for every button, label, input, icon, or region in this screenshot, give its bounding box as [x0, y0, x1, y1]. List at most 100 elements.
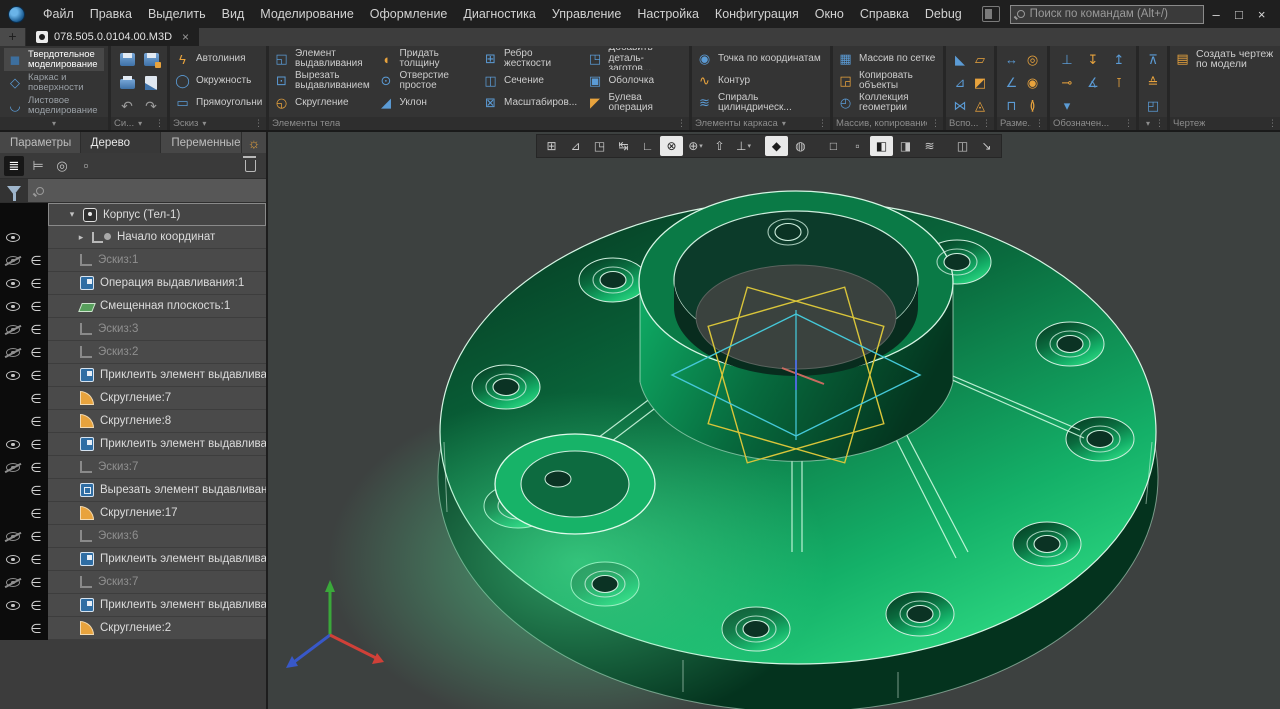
tree-item[interactable]: Эскиз:3 — [48, 318, 266, 341]
filter-button[interactable] — [0, 179, 28, 202]
group-dropdown-icon[interactable]: ▾ — [202, 119, 206, 128]
note-leader-icon[interactable]: ⊥ — [1061, 52, 1072, 68]
mode-wireframe-surfaces[interactable]: ◇Каркас и поверхности — [4, 71, 104, 94]
ribbon-command[interactable]: ◢Уклон — [378, 92, 477, 114]
eye-visible-icon[interactable] — [6, 371, 20, 380]
panel-tab-active-дерево[interactable]: Дерево — [81, 132, 162, 153]
dim-linear-icon[interactable]: ↔ — [1005, 52, 1018, 67]
eye-hidden-icon[interactable] — [6, 532, 20, 541]
tree-row[interactable]: ∈Приклеить элемент выдавливания — [0, 594, 266, 617]
menu-2[interactable]: Правка — [82, 3, 140, 25]
tree-item[interactable]: Смещенная плоскость:1 — [48, 295, 266, 318]
group-launcher-icon[interactable]: ⋮ — [1035, 118, 1044, 129]
menu-3[interactable]: Выделить — [140, 3, 214, 25]
ribbon-command[interactable]: ▣Оболочка — [587, 70, 686, 92]
ribbon-command[interactable]: ▤Создать чертеж по модели — [1174, 48, 1276, 70]
tree-item[interactable]: Приклеить элемент выдавливания — [48, 364, 266, 387]
group-launcher-icon[interactable]: ⋮ — [155, 118, 164, 129]
ribbon-command[interactable]: ϟАвтолиния — [174, 48, 262, 70]
tree-item[interactable]: Операция выдавливания:1 — [48, 272, 266, 295]
dim-diameter-icon[interactable]: ◎ — [1027, 52, 1038, 68]
ribbon-group-label-frame[interactable]: Элементы каркаса▾⋮ — [692, 117, 830, 130]
menu-12[interactable]: Справка — [852, 3, 917, 25]
ribbon-command[interactable]: ◲Копировать объекты — [837, 70, 939, 92]
group-launcher-icon[interactable]: ⋮ — [1124, 118, 1133, 129]
minimize-button[interactable]: – — [1206, 5, 1227, 24]
tree-item[interactable]: Приклеить элемент выдавливания — [48, 433, 266, 456]
tree-item[interactable]: Приклеить элемент выдавливания — [48, 594, 266, 617]
group-launcher-icon[interactable]: ⋮ — [931, 118, 940, 129]
aux-surface-icon[interactable]: ▱ — [975, 52, 985, 68]
note-datum-icon[interactable]: ↧ — [1088, 52, 1099, 68]
menu-9[interactable]: Настройка — [629, 3, 707, 25]
tree-row[interactable]: ∈Эскиз:3 — [0, 318, 266, 341]
tree-row[interactable]: ∈Вырезать элемент выдавливания: — [0, 479, 266, 502]
eye-hidden-icon[interactable] — [6, 256, 20, 265]
group-launcher-icon[interactable]: ⋮ — [818, 118, 827, 129]
print-icon[interactable] — [120, 79, 135, 89]
tree-item[interactable]: ▸Начало координат — [48, 226, 266, 249]
viewport-tool-clip-region[interactable]: ▫ — [846, 136, 869, 156]
aux-axis-icon[interactable]: ⊿ — [955, 75, 966, 91]
dim-chain-icon[interactable]: ≬ — [1029, 98, 1035, 114]
note-tolerance-icon[interactable]: ⊸ — [1062, 75, 1073, 91]
menu-8[interactable]: Управление — [544, 3, 630, 25]
ribbon-command[interactable]: ⊡Вырезать выдавливанием — [273, 70, 372, 92]
menu-4[interactable]: Вид — [214, 3, 253, 25]
note-rough-icon[interactable]: ↥ — [1114, 52, 1125, 68]
eye-visible-icon[interactable] — [6, 601, 20, 610]
group-launcher-icon[interactable]: ⋮ — [254, 118, 263, 129]
aux-control-icon[interactable]: ◬ — [975, 98, 985, 114]
menu-5[interactable]: Моделирование — [252, 3, 362, 25]
undo-icon[interactable]: ↶ — [121, 99, 133, 113]
document-tab[interactable]: 078.505.0.0104.00.M3D × — [26, 28, 199, 46]
tree-item[interactable]: ▾Корпус (Тел-1) — [48, 203, 266, 226]
viewport-tool-orientation-up[interactable]: ⇧ — [708, 136, 731, 156]
viewport-tool-orientation-axes[interactable]: ⊥▾ — [732, 136, 755, 156]
panel-tab-параметры[interactable]: Параметры — [0, 132, 81, 153]
ribbon-command[interactable]: ∿Контур — [696, 70, 826, 92]
dim-angular-icon[interactable]: ∠ — [1006, 75, 1018, 91]
viewport-tool-auto-dimension[interactable]: ↹ — [612, 136, 635, 156]
ribbon-group-label-body[interactable]: Элементы тела⋮ — [269, 117, 689, 130]
tab-close-icon[interactable]: × — [182, 30, 189, 44]
ribbon-group-label-array[interactable]: Массив, копирование⋮ — [833, 117, 943, 130]
export-icon[interactable] — [145, 76, 157, 90]
extra-cond-icon[interactable]: ⊼ — [1148, 52, 1158, 68]
ribbon-group-label-dims[interactable]: Разме...⋮ — [997, 117, 1047, 130]
app-logo-icon[interactable] — [8, 6, 25, 23]
redo-icon[interactable]: ↷ — [145, 99, 157, 113]
workspace-layout-icon[interactable] — [982, 6, 1000, 22]
tree-item[interactable]: Эскиз:7 — [48, 571, 266, 594]
panel-tab-переменные[interactable]: Переменные — [161, 132, 242, 153]
tree-item[interactable]: Эскиз:2 — [48, 341, 266, 364]
tree-item[interactable]: Приклеить элемент выдавливания — [48, 548, 266, 571]
ribbon-group-label-aux[interactable]: Вспо...⋮ — [946, 117, 994, 130]
viewport-tool-clip-frame[interactable]: □ — [822, 136, 845, 156]
tree-item[interactable]: Скругление:2 — [48, 617, 266, 640]
viewport-tool-place-sketch[interactable]: ◳ — [588, 136, 611, 156]
ribbon-command[interactable]: ⊙Отверстие простое — [378, 70, 477, 92]
tree-row[interactable]: ∈Эскиз:7 — [0, 571, 266, 594]
maximize-button[interactable]: □ — [1229, 5, 1250, 24]
tree-search-input[interactable] — [50, 185, 258, 197]
dim-radial-icon[interactable]: ◉ — [1027, 75, 1038, 91]
ribbon-command[interactable]: ◤Булева операция — [587, 92, 686, 114]
save-as-icon[interactable] — [144, 53, 159, 66]
tree-row[interactable]: ∈Смещенная плоскость:1 — [0, 295, 266, 318]
tree-item[interactable]: Скругление:7 — [48, 387, 266, 410]
viewport-tool-sketch-plane[interactable]: ⊿ — [564, 136, 587, 156]
ribbon-command[interactable]: ▦Массив по сетке — [837, 48, 939, 70]
viewport-tool-round-off[interactable]: ⊗ — [660, 136, 683, 156]
viewport-tool-sketch-corner[interactable]: ∟ — [636, 136, 659, 156]
ribbon-command[interactable]: ◳Добавить деталь-заготов... — [587, 48, 686, 70]
viewport-tool-measure[interactable]: ↘ — [975, 136, 998, 156]
menu-10[interactable]: Конфигурация — [707, 3, 807, 25]
aux-plane-icon[interactable]: ◣ — [955, 52, 965, 68]
tree-row[interactable]: ▾Корпус (Тел-1) — [0, 203, 266, 226]
tree-item[interactable]: Скругление:8 — [48, 410, 266, 433]
new-tab-button[interactable]: + — [0, 28, 26, 46]
tree-item[interactable]: Эскиз:1 — [48, 249, 266, 272]
tree-selection-icon[interactable]: ▫ — [76, 156, 96, 176]
viewport-tool-zoom[interactable]: ⊕▾ — [684, 136, 707, 156]
